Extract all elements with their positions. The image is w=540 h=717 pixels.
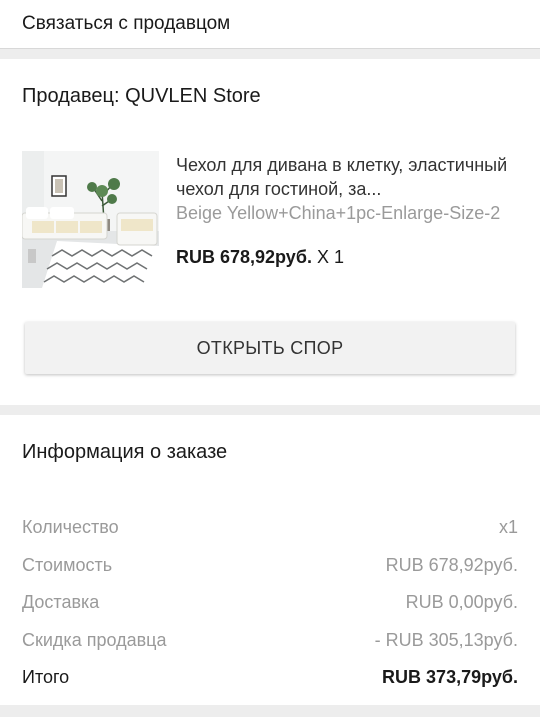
total-row: Итого RUB 373,79руб. xyxy=(22,659,518,697)
seller-name[interactable]: Продавец: QUVLEN Store xyxy=(22,85,261,108)
quantity-label: Количество xyxy=(22,517,119,538)
contact-seller-link[interactable]: Связаться с продавцом xyxy=(0,0,540,49)
product-quantity: X 1 xyxy=(316,247,344,267)
product-price: RUB 678,92руб. xyxy=(176,247,312,267)
seller-section: Продавец: QUVLEN Store Чехол для дивана … xyxy=(0,59,540,405)
cost-label: Стоимость xyxy=(22,554,113,575)
shipping-row: Доставка RUB 0,00руб. xyxy=(22,584,518,622)
product-image[interactable] xyxy=(22,151,159,288)
product-title: Чехол для дивана в клетку, эластичный че… xyxy=(176,155,508,199)
quantity-row: Количество x1 xyxy=(22,509,518,547)
seller-discount-label: Скидка продавца xyxy=(22,629,167,650)
order-info-section: Информация о заказе Количество x1 Стоимо… xyxy=(0,415,540,705)
shipping-value: RUB 0,00руб. xyxy=(405,592,518,613)
order-info-title: Информация о заказе xyxy=(22,441,228,463)
product-price-line: RUB 678,92руб. X 1 xyxy=(176,247,522,268)
seller-discount-row: Скидка продавца - RUB 305,13руб. xyxy=(22,622,518,660)
sofa-product-picture xyxy=(22,151,159,288)
quantity-value: x1 xyxy=(498,517,518,538)
product-info[interactable]: Чехол для дивана в клетку, эластичный че… xyxy=(176,153,522,268)
cost-row: Стоимость RUB 678,92руб. xyxy=(22,547,518,585)
product-variant: Beige Yellow+China+1pc-Enlarge-Size-2 xyxy=(176,203,501,223)
total-label: Итого xyxy=(22,667,70,688)
shipping-label: Доставка xyxy=(22,592,100,613)
order-summary-list: Количество x1 Стоимость RUB 678,92руб. Д… xyxy=(22,509,518,697)
total-value: RUB 373,79руб. xyxy=(382,667,518,688)
seller-discount-value: - RUB 305,13руб. xyxy=(374,629,518,650)
contact-seller-label: Связаться с продавцом xyxy=(22,13,231,34)
open-dispute-button[interactable]: ОТКРЫТЬ СПОР xyxy=(25,322,515,374)
cost-value: RUB 678,92руб. xyxy=(385,554,518,575)
